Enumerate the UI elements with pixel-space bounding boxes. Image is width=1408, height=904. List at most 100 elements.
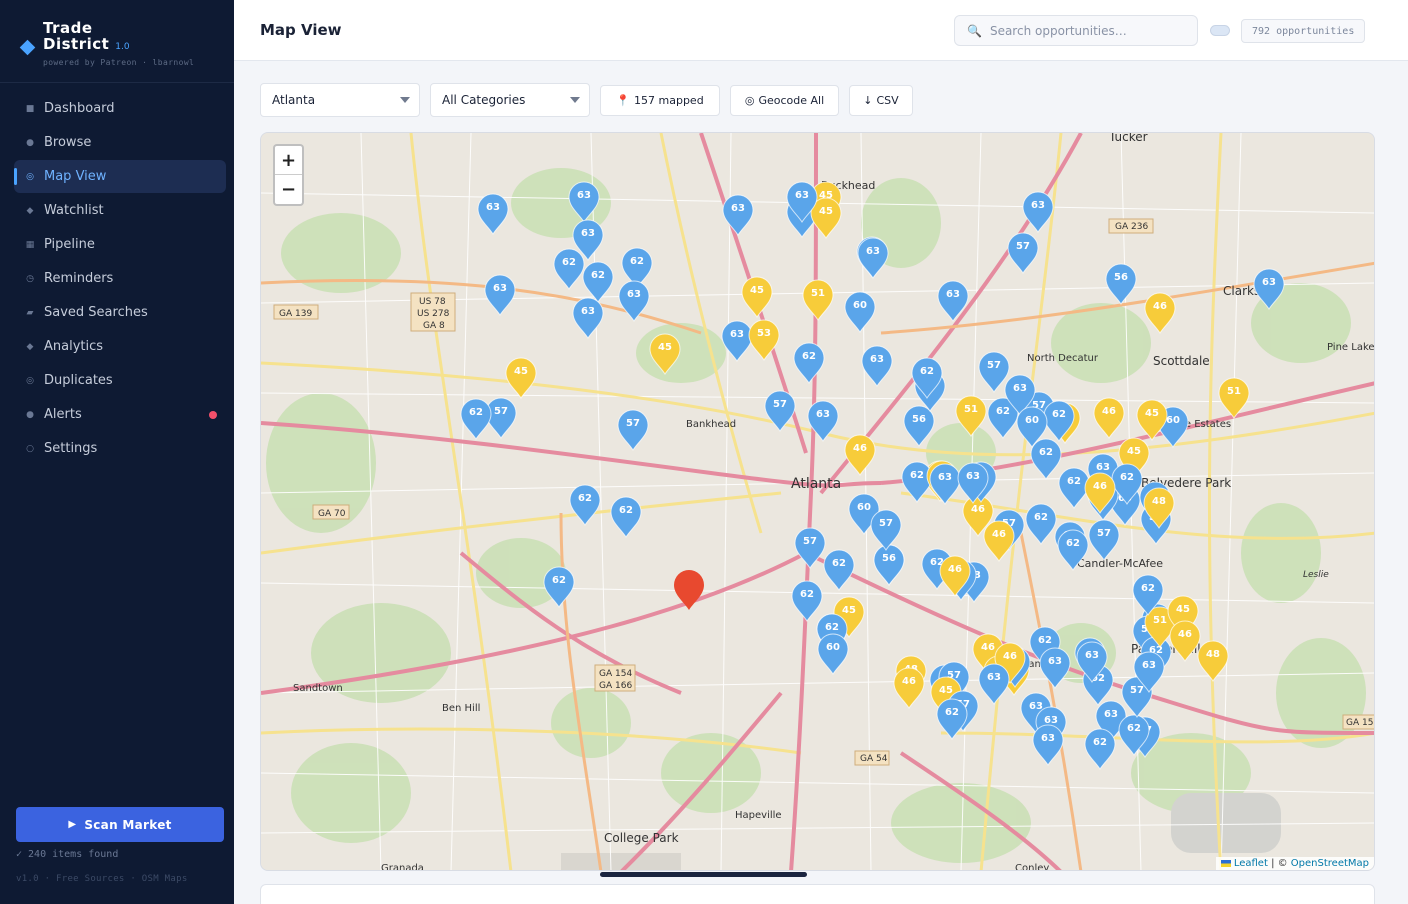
map-marker[interactable]: 63 [956, 462, 990, 504]
sidebar-item-analytics[interactable]: ◆ Analytics [14, 330, 226, 363]
map-marker[interactable]: 63 [785, 181, 819, 223]
map-marker[interactable]: 46 [938, 555, 972, 597]
category-select[interactable]: All Categories [430, 83, 590, 117]
sidebar-item-alerts[interactable]: ● Alerts [14, 398, 226, 431]
sidebar-item-label: Watchlist [44, 203, 104, 218]
map-marker[interactable]: 63 [617, 280, 651, 322]
map-marker[interactable]: 62 [935, 698, 969, 740]
map-marker[interactable]: 63 [806, 400, 840, 442]
sidebar-item-duplicates[interactable]: ◎ Duplicates [14, 364, 226, 397]
map-container[interactable]: Tucker Buckhead Clarkston Scottdale Nort… [260, 132, 1375, 871]
map-marker[interactable]: 46 [1083, 472, 1117, 514]
map-marker[interactable]: 57 [1006, 232, 1040, 274]
map-marker[interactable]: 57 [1087, 519, 1121, 561]
map-marker[interactable]: 63 [856, 237, 890, 279]
map-marker[interactable]: 46 [892, 667, 926, 709]
map-marker[interactable]: 48 [1142, 487, 1176, 529]
map-marker[interactable]: 45 [740, 276, 774, 318]
map-marker-hotspot[interactable] [672, 569, 706, 611]
map-marker-score: 63 [581, 228, 595, 239]
map-marker[interactable]: 51 [954, 395, 988, 437]
map-marker[interactable]: 63 [977, 663, 1011, 705]
map-marker[interactable]: 63 [567, 181, 601, 223]
map-marker[interactable]: 63 [1031, 724, 1065, 766]
map-marker[interactable]: 45 [648, 333, 682, 375]
leaflet-link[interactable]: Leaflet [1234, 858, 1268, 869]
map-marker-score: 51 [964, 404, 978, 415]
map-marker[interactable]: 45 [1135, 399, 1169, 441]
sidebar-item-saved-searches[interactable]: ▰ Saved Searches [14, 296, 226, 329]
search-box[interactable]: 🔍 [954, 15, 1198, 46]
sidebar-item-settings[interactable]: ○ Settings [14, 432, 226, 465]
map-marker[interactable]: 53 [747, 319, 781, 361]
map-marker[interactable]: 57 [793, 527, 827, 569]
map-marker[interactable]: 63 [1038, 647, 1072, 689]
map-marker[interactable]: 46 [1168, 620, 1202, 662]
map-marker[interactable]: 62 [1131, 574, 1165, 616]
map-marker[interactable]: 62 [822, 549, 856, 591]
zoom-in-button[interactable]: + [275, 146, 302, 175]
map-marker[interactable]: 63 [936, 280, 970, 322]
map-marker[interactable]: 62 [568, 484, 602, 526]
map-pin-icon [807, 400, 839, 442]
map-marker[interactable]: 63 [1021, 191, 1055, 233]
map-marker-score: 63 [1031, 200, 1045, 211]
map-marker[interactable]: 57 [616, 409, 650, 451]
map-marker[interactable]: 63 [1075, 641, 1109, 683]
sidebar-item-browse[interactable]: ● Browse [14, 126, 226, 159]
map-marker[interactable]: 46 [982, 520, 1016, 562]
map-marker[interactable]: 63 [571, 297, 605, 339]
map-marker[interactable]: 62 [1083, 728, 1117, 770]
map-marker[interactable]: 45 [504, 357, 538, 399]
map-marker[interactable]: 60 [816, 633, 850, 675]
map-marker[interactable]: 63 [860, 345, 894, 387]
sidebar-item-reminders[interactable]: ◷ Reminders [14, 262, 226, 295]
map-marker[interactable]: 63 [476, 193, 510, 235]
geocode-all-button[interactable]: ◎ Geocode All [730, 85, 839, 116]
map-marker[interactable]: 57 [763, 390, 797, 432]
map-marker[interactable]: 62 [910, 357, 944, 399]
map-marker[interactable]: 56 [1104, 263, 1138, 305]
topbar: Map View 🔍 792 opportunities [234, 0, 1408, 61]
map-marker[interactable]: 62 [1056, 529, 1090, 571]
zoom-out-button[interactable]: − [275, 175, 302, 204]
map-marker-score: 62 [945, 707, 959, 718]
sidebar-item-watchlist[interactable]: ◆ Watchlist [14, 194, 226, 227]
view-toggle[interactable] [1210, 25, 1230, 36]
map-marker[interactable]: 63 [1132, 651, 1166, 693]
city-select[interactable]: Atlanta [260, 83, 420, 117]
map-marker[interactable]: 62 [1117, 714, 1151, 756]
map-marker[interactable]: 57 [977, 351, 1011, 393]
map-marker[interactable]: 63 [1252, 268, 1286, 310]
map-marker[interactable]: 46 [1143, 292, 1177, 334]
brand[interactable]: Trade District 1.0 powered by Patreon · l… [19, 20, 195, 67]
map-marker-score: 63 [1048, 656, 1062, 667]
sidebar-item-pipeline[interactable]: ▦ Pipeline [14, 228, 226, 261]
map-marker[interactable]: 51 [1217, 377, 1251, 419]
map-marker[interactable]: 62 [542, 566, 576, 608]
brand-subtitle: powered by Patreon · lbarnowl [43, 58, 195, 67]
map-marker[interactable]: 63 [721, 194, 755, 236]
grid-icon: ▦ [25, 239, 35, 250]
map-marker[interactable]: 60 [1015, 406, 1049, 448]
map-marker[interactable]: 46 [1092, 397, 1126, 439]
osm-link[interactable]: OpenStreetMap [1291, 858, 1369, 869]
map-marker[interactable]: 62 [459, 398, 493, 440]
sidebar-item-dashboard[interactable]: ■ Dashboard [14, 92, 226, 125]
map-marker[interactable]: 60 [843, 291, 877, 333]
map-marker[interactable]: 51 [801, 279, 835, 321]
map-marker[interactable]: 46 [843, 434, 877, 476]
map-marker[interactable]: 62 [552, 248, 586, 290]
sidebar-item-map-view[interactable]: ◎ Map View [14, 160, 226, 193]
map-marker[interactable]: 62 [792, 342, 826, 384]
map-pin-icon [618, 280, 650, 322]
horizontal-scrollbar[interactable] [600, 872, 807, 877]
dot-icon: ● [26, 137, 34, 148]
search-input[interactable] [989, 23, 1190, 38]
mapped-count-button[interactable]: 📍 157 mapped [600, 85, 720, 116]
map-marker[interactable]: 62 [609, 496, 643, 538]
csv-export-button[interactable]: ↓ CSV [849, 85, 913, 116]
map-marker[interactable]: 57 [869, 509, 903, 551]
map-marker[interactable]: 63 [483, 274, 517, 316]
scan-market-button[interactable]: ▶ Scan Market [16, 807, 224, 842]
